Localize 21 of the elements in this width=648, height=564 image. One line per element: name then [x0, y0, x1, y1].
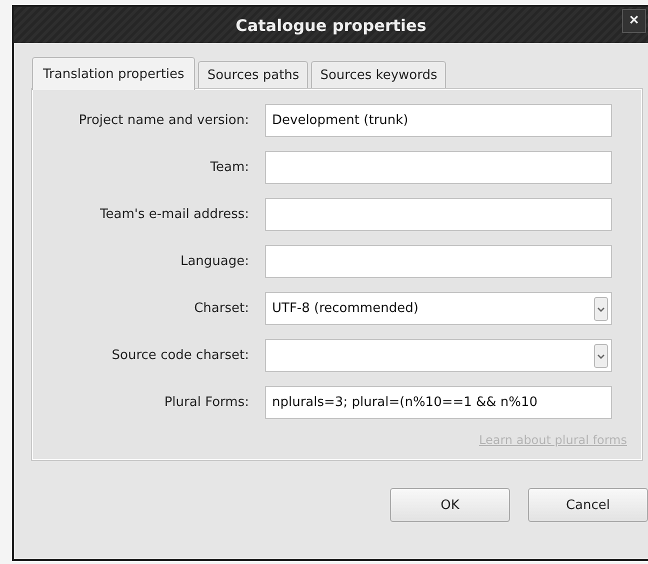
field-label: Project name and version: [78, 113, 250, 128]
input-field[interactable] [265, 198, 612, 231]
tab[interactable]: Translation properties [32, 57, 196, 90]
dialog-button[interactable]: OK [390, 488, 510, 522]
close-button[interactable]: × [622, 9, 646, 33]
tab[interactable]: Sources paths [198, 61, 308, 89]
dialog-button[interactable]: Cancel [528, 488, 648, 522]
tab[interactable]: Sources keywords [311, 61, 446, 89]
field-label: Language: [179, 254, 250, 269]
dropdown-field[interactable]: UTF-8 (recommended) [265, 292, 612, 325]
field-label: Source code charset: [110, 348, 250, 363]
field-label: Charset: [193, 301, 250, 316]
window-title: Catalogue properties [236, 16, 426, 34]
field-label: Plural Forms: [163, 395, 250, 410]
field-label: Team's e-mail address: [99, 207, 250, 222]
field-label: Team: [209, 160, 250, 175]
input-field[interactable]: Development (trunk) [265, 104, 612, 137]
input-field[interactable] [265, 151, 612, 184]
input-field[interactable]: nplurals=3; plural=(n%10==1 && n%10 [265, 386, 612, 419]
dropdown-field[interactable] [265, 339, 612, 372]
input-field[interactable] [265, 245, 612, 278]
